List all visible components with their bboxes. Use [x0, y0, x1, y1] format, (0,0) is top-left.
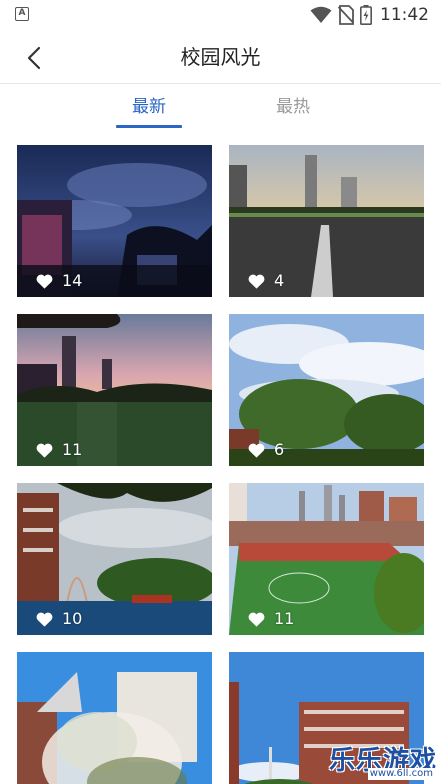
photo-card[interactable]: 11: [17, 314, 212, 466]
watermark-url: www.6ll.com: [367, 768, 435, 780]
status-icons: 11:42: [310, 4, 429, 26]
heart-icon: [248, 612, 265, 627]
like-count-value: 4: [274, 271, 285, 290]
header: 校园风光: [0, 32, 441, 84]
tab-latest[interactable]: 最新: [104, 94, 194, 120]
no-sim-icon: [338, 5, 354, 25]
like-count: 11: [36, 440, 82, 460]
photo-card[interactable]: 4: [229, 145, 424, 297]
photo-card[interactable]: 11: [229, 483, 424, 635]
battery-charging-icon: [360, 5, 372, 25]
photo-card[interactable]: 6: [229, 314, 424, 466]
app-notification-icon: A: [15, 7, 29, 21]
heart-icon: [248, 274, 265, 289]
active-tab-indicator: [116, 125, 182, 128]
wifi-icon: [310, 6, 332, 23]
like-count-value: 6: [274, 440, 285, 459]
like-count: 4: [248, 271, 284, 291]
heart-icon: [36, 274, 53, 289]
like-count: 10: [36, 609, 82, 629]
heart-icon: [36, 612, 53, 627]
tab-hottest[interactable]: 最热: [248, 94, 338, 120]
like-count-value: 11: [274, 609, 295, 628]
photo-card[interactable]: 14: [17, 145, 212, 297]
like-count-value: 11: [62, 440, 83, 459]
heart-icon: [36, 443, 53, 458]
status-bar: A 11:42: [0, 0, 441, 32]
tab-bar: 最新 最热: [0, 84, 441, 132]
like-count: 14: [36, 271, 82, 291]
watermark: 乐乐游戏 www.6ll.com: [325, 740, 437, 780]
like-count-value: 14: [62, 271, 83, 290]
photo-image: [17, 652, 212, 784]
photo-card[interactable]: 10: [17, 483, 212, 635]
heart-icon: [248, 443, 265, 458]
like-count: 11: [248, 609, 294, 629]
like-count: 6: [248, 440, 284, 460]
page: A 11:42 校园风光 最新 最热 14 4 11 6 10 11 乐乐游戏 …: [0, 0, 441, 784]
like-count-value: 10: [62, 609, 83, 628]
photo-card[interactable]: [17, 652, 212, 784]
page-title: 校园风光: [180, 45, 261, 69]
status-time: 11:42: [380, 5, 429, 25]
